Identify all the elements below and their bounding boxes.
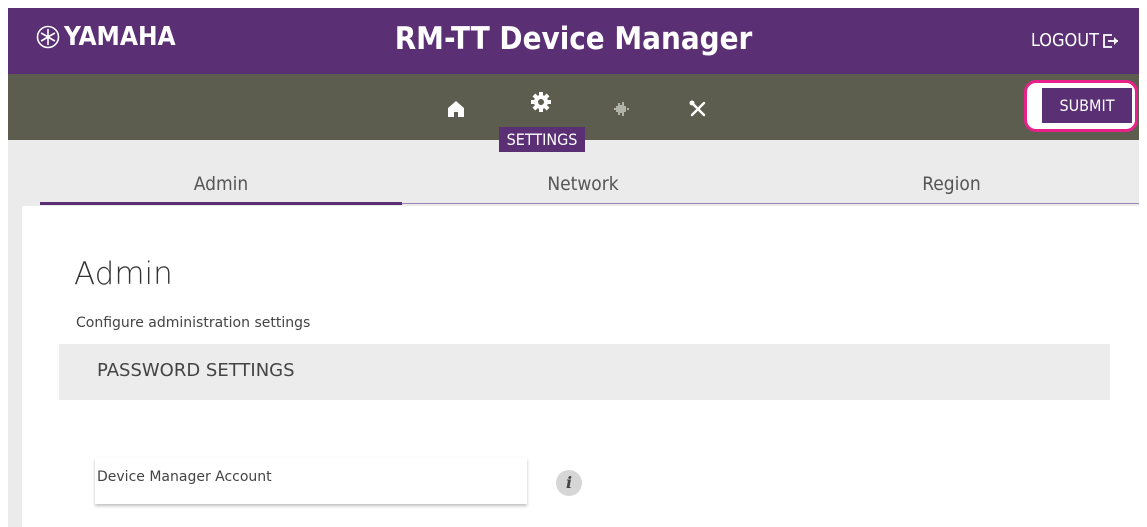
tab-divider bbox=[402, 203, 1139, 204]
app-title: RM-TT Device Manager bbox=[394, 21, 753, 57]
section-title: PASSWORD SETTINGS bbox=[97, 360, 295, 381]
settings-tabs: Admin Network Region bbox=[22, 166, 1139, 206]
app-window: YAMAHA RM-TT Device Manager LOGOUT SETTI… bbox=[8, 8, 1139, 527]
content-panel: Admin Configure administration settings … bbox=[22, 206, 1139, 527]
logout-label: LOGOUT bbox=[1030, 30, 1099, 51]
device-manager-account-field[interactable]: Device Manager Account bbox=[95, 458, 527, 504]
info-icon[interactable]: i bbox=[556, 470, 582, 496]
page-description: Configure administration settings bbox=[76, 315, 311, 331]
tab-region[interactable]: Region bbox=[764, 166, 1139, 202]
submit-button[interactable]: SUBMIT bbox=[1042, 88, 1132, 123]
page-title: Admin bbox=[74, 256, 173, 292]
logout-icon bbox=[1103, 33, 1118, 48]
toolbar: SETTINGS bbox=[8, 74, 1139, 152]
home-icon[interactable] bbox=[445, 98, 467, 120]
active-tab-indicator bbox=[40, 202, 402, 205]
logout-button[interactable]: LOGOUT bbox=[1031, 30, 1121, 51]
tools-icon[interactable] bbox=[687, 98, 709, 120]
gear-icon[interactable] bbox=[530, 91, 552, 113]
field-label: Device Manager Account bbox=[97, 469, 272, 485]
settings-active-label[interactable]: SETTINGS bbox=[499, 127, 585, 152]
top-bar: YAMAHA RM-TT Device Manager LOGOUT bbox=[8, 8, 1139, 74]
tab-network[interactable]: Network bbox=[402, 166, 764, 202]
audio-wave-icon[interactable] bbox=[610, 98, 632, 120]
tab-admin[interactable]: Admin bbox=[40, 166, 402, 202]
section-header: PASSWORD SETTINGS bbox=[59, 344, 1110, 400]
